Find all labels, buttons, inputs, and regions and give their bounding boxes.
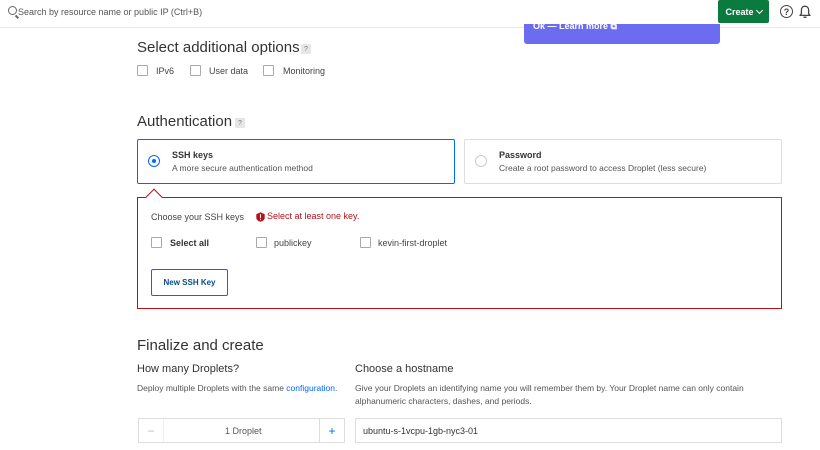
notification-banner: Ok — Learn more ⧉: [524, 24, 720, 44]
search-input[interactable]: [18, 4, 518, 20]
search-icon: [8, 6, 17, 15]
chevron-down-icon: [755, 6, 763, 14]
options-help-icon[interactable]: ?: [301, 44, 311, 54]
authentication-help-icon[interactable]: ?: [235, 118, 245, 128]
authentication-title: Authentication: [137, 113, 233, 130]
password-radio[interactable]: [475, 155, 487, 167]
select-all-checkbox[interactable]: [151, 237, 162, 248]
banner-text[interactable]: Ok — Learn more ⧉: [533, 24, 617, 32]
droplet-count-description: Deploy multiple Droplets with the same c…: [137, 382, 337, 395]
ssh-keys-title: SSH keys: [172, 150, 214, 160]
help-icon[interactable]: ?: [780, 5, 793, 18]
ssh-keys-subtitle: A more secure authentication method: [172, 163, 313, 173]
hostname-input[interactable]: [355, 418, 782, 443]
ssh-error-message: Select at least one key.: [267, 211, 360, 221]
publickey-label: publickey: [274, 238, 312, 248]
droplet-quantity-value[interactable]: 1 Droplet: [225, 426, 262, 436]
new-ssh-key-button[interactable]: New SSH Key: [151, 269, 228, 296]
hostname-title: Choose a hostname: [355, 363, 454, 375]
ipv6-label: IPv6: [156, 66, 175, 76]
configuration-link[interactable]: configuration: [286, 383, 335, 393]
increase-button[interactable]: +: [319, 419, 344, 442]
decrease-button[interactable]: −: [139, 419, 164, 442]
monitoring-checkbox[interactable]: [263, 65, 274, 76]
password-subtitle: Create a root password to access Droplet…: [499, 163, 707, 173]
ssh-keys-option[interactable]: SSH keys A more secure authentication me…: [137, 139, 455, 184]
bell-icon[interactable]: [799, 5, 811, 19]
user-data-label: User data: [209, 66, 249, 76]
create-button[interactable]: Create: [718, 0, 769, 23]
finalize-title: Finalize and create: [137, 337, 264, 354]
options-title: Select additional options: [137, 39, 300, 56]
droplet-count-number: 1: [225, 426, 231, 436]
password-option[interactable]: Password Create a root password to acces…: [464, 139, 782, 184]
kevin-first-droplet-checkbox[interactable]: [360, 237, 371, 248]
hostname-description: Give your Droplets an identifying name y…: [355, 383, 744, 406]
droplet-count-desc-text: Deploy multiple Droplets with the same: [137, 383, 287, 393]
ipv6-checkbox[interactable]: [137, 65, 148, 76]
monitoring-label: Monitoring: [283, 66, 326, 76]
error-icon: [256, 212, 265, 222]
droplet-count-title: How many Droplets?: [137, 363, 240, 375]
droplet-count-unit: Droplet: [232, 426, 262, 436]
password-title: Password: [499, 150, 542, 160]
create-button-label: Create: [725, 6, 754, 17]
droplet-count-desc-suffix: .: [334, 383, 338, 393]
publickey-checkbox[interactable]: [256, 237, 267, 248]
kevin-first-droplet-label: kevin-first-droplet: [378, 238, 448, 248]
select-all-label: Select all: [170, 238, 210, 248]
droplet-quantity-stepper: − 1 Droplet +: [138, 418, 345, 443]
user-data-checkbox[interactable]: [190, 65, 201, 76]
ssh-keys-radio[interactable]: [148, 155, 160, 167]
choose-ssh-keys-label: Choose your SSH keys: [151, 212, 245, 222]
